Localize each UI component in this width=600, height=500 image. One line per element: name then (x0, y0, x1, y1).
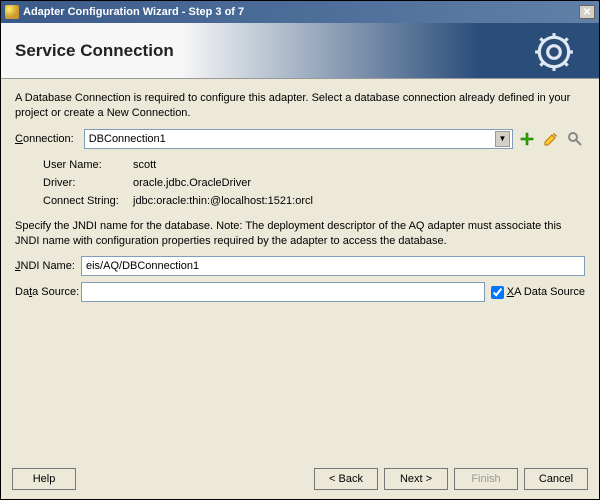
datasource-row: Data Source: XA Data Source (15, 282, 585, 302)
help-button[interactable]: Help (12, 468, 76, 490)
content-area: A Database Connection is required to con… (1, 79, 599, 320)
finish-button: Finish (454, 468, 518, 490)
xa-checkbox-input[interactable] (491, 286, 504, 299)
chevron-down-icon: ▼ (495, 131, 510, 147)
connection-combobox[interactable]: DBConnection1 ▼ (84, 129, 513, 149)
driver-label: Driver: (43, 177, 133, 189)
connection-label: Connection: (15, 133, 74, 145)
jndi-row: JNDI Name: (15, 256, 585, 276)
connection-row: Connection: DBConnection1 ▼ (15, 129, 585, 149)
cancel-button[interactable]: Cancel (524, 468, 588, 490)
username-value: scott (133, 159, 156, 171)
driver-value: oracle.jdbc.OracleDriver (133, 177, 251, 189)
app-icon (5, 5, 19, 19)
back-button[interactable]: < Back (314, 468, 378, 490)
page-title: Service Connection (15, 41, 174, 61)
connection-value: DBConnection1 (89, 133, 495, 145)
xa-label: XA Data Source (507, 286, 585, 298)
next-button[interactable]: Next > (384, 468, 448, 490)
jndi-help-text: Specify the JNDI name for the database. … (15, 219, 585, 249)
wizard-footer: Help < Back Next > Finish Cancel (0, 458, 600, 500)
jndi-name-input[interactable] (81, 256, 585, 276)
datasource-label: Data Source: (15, 286, 81, 298)
window-title: Adapter Configuration Wizard - Step 3 of… (23, 6, 579, 18)
datasource-input[interactable] (81, 282, 485, 302)
username-label: User Name: (43, 159, 133, 171)
connect-string-label: Connect String: (43, 195, 133, 207)
xa-checkbox[interactable]: XA Data Source (491, 286, 585, 299)
connection-details: User Name:scott Driver:oracle.jdbc.Oracl… (43, 159, 585, 207)
intro-text: A Database Connection is required to con… (15, 91, 585, 121)
connect-string-value: jdbc:oracle:thin:@localhost:1521:orcl (133, 195, 313, 207)
title-bar: Adapter Configuration Wizard - Step 3 of… (1, 1, 599, 23)
jndi-label: JNDI Name: (15, 260, 81, 272)
add-connection-button[interactable] (517, 129, 537, 149)
gear-icon (533, 31, 575, 76)
wizard-header: Service Connection (1, 23, 599, 79)
edit-connection-button[interactable] (541, 129, 561, 149)
browse-connection-button[interactable] (565, 129, 585, 149)
close-button[interactable]: ✕ (579, 5, 595, 19)
